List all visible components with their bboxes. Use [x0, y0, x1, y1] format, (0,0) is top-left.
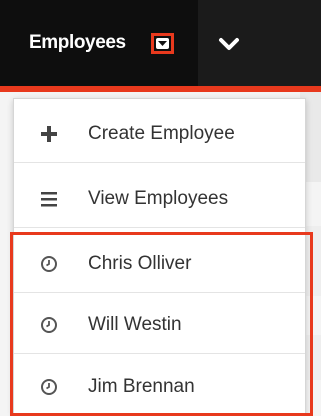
page: Employees Create Employee View Employees… [0, 0, 321, 416]
clock-icon [38, 376, 60, 398]
clock-icon [38, 314, 60, 336]
recent-employee-item[interactable]: Will Westin [14, 297, 305, 354]
nav-accent-bar [0, 86, 321, 92]
clock-icon [38, 253, 60, 275]
top-navbar: Employees [0, 0, 321, 86]
caret-down-icon [156, 38, 169, 49]
more-modules-button[interactable] [216, 34, 242, 54]
chevron-down-icon [219, 38, 239, 50]
module-dropdown-button[interactable] [151, 33, 174, 54]
recent-employee-item[interactable]: Chris Olliver [14, 236, 305, 293]
employees-module-tab[interactable]: Employees [0, 0, 198, 86]
recent-employee-item[interactable]: Jim Brennan [14, 359, 305, 416]
menu-item-label: Jim Brennan [88, 376, 195, 397]
view-employees-item[interactable]: View Employees [14, 171, 305, 228]
menu-item-label: Chris Olliver [88, 253, 192, 274]
create-employee-item[interactable]: Create Employee [14, 106, 305, 163]
menu-item-label: Create Employee [88, 123, 235, 144]
module-dropdown-menu: Create Employee View Employees Chris Oll… [13, 98, 306, 416]
menu-item-label: Will Westin [88, 314, 182, 335]
module-tab-label[interactable]: Employees [29, 32, 126, 54]
menu-item-label: View Employees [88, 188, 229, 209]
list-icon [38, 188, 60, 210]
plus-icon [38, 123, 60, 145]
